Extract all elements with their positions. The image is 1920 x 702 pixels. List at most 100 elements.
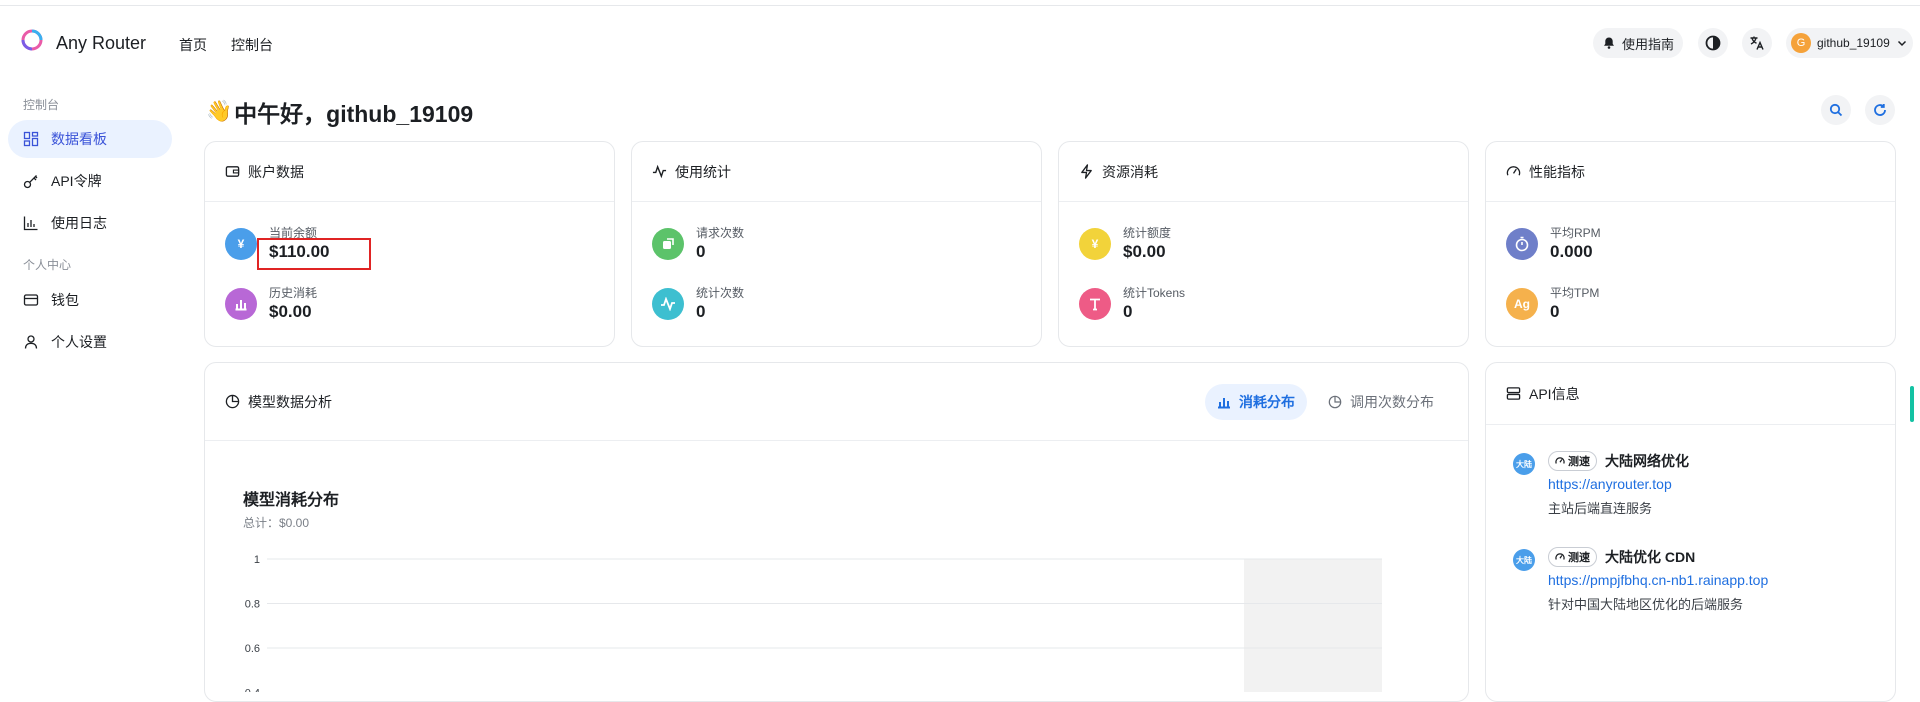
api-description: 针对中国大陆地区优化的后端服务 [1548,597,1744,612]
stat-value: $0.00 [1123,242,1166,261]
stat-label: 历史消耗 [269,286,318,300]
guide-label: 使用指南 [1621,36,1674,52]
stat-value: $0.00 [269,302,312,321]
api-name: 大陆优化 CDN [1605,549,1696,565]
stat-tpm: Ag 平均TPM 0 [1506,285,1599,323]
tab-label: 消耗分布 [1239,394,1295,410]
y-tick-label: 0.6 [245,643,260,655]
translate-icon [1750,36,1764,50]
speed-test-label: 测速 [1568,456,1590,468]
stat-label: 统计次数 [696,286,745,300]
api-description: 主站后端直连服务 [1548,501,1653,516]
y-tick-label: 0.8 [245,599,260,611]
username-label: github_19109 [1817,36,1890,50]
app-logo-icon[interactable] [20,28,44,52]
speed-test-button[interactable]: 测速 [1548,547,1597,567]
speed-test-button[interactable]: 测速 [1548,451,1597,471]
bell-icon [1603,37,1614,49]
coin-icon: ¥ [225,228,257,260]
chart-hover-band [1244,559,1382,692]
refresh-button[interactable] [1865,95,1895,125]
card-header: 资源消耗 [1059,142,1468,202]
avatar: G [1791,33,1811,53]
stat-count: 统计次数 0 [652,285,744,323]
sidebar-item-label: 数据看板 [51,131,107,147]
sidebar-item-usage-log[interactable]: 使用日志 [8,204,172,242]
card-header: 账户数据 [205,142,614,202]
stat-label: 统计Tokens [1123,286,1186,300]
consumption-chart: 1 0.8 0.6 0.4 [245,554,1382,693]
card-header: API信息 [1486,363,1895,425]
sidebar-item-label: API令牌 [51,173,102,189]
stat-tokens: 统计Tokens 0 [1079,285,1185,323]
card-title: 性能指标 [1529,163,1585,180]
search-button[interactable] [1821,95,1851,125]
card-header: 使用统计 [632,142,1041,202]
panel-title: API信息 [1529,385,1580,402]
resource-card: 资源消耗 ¥ 统计额度 $0.00 统计Tokens 0 [1058,141,1469,347]
nav-home[interactable]: 首页 [179,35,207,55]
sidebar-item-label: 使用日志 [51,215,107,231]
performance-card: 性能指标 平均RPM 0.000 Ag 平均TPM 0 [1485,141,1896,347]
server-icon [1506,387,1521,400]
activity-icon [652,164,667,179]
gauge-icon [1555,553,1565,560]
wallet-icon [225,166,240,177]
stat-label: 平均RPM [1550,226,1601,240]
stat-value: 0 [696,302,706,321]
guide-button[interactable]: 使用指南 [1593,28,1683,58]
coin-icon: ¥ [1079,228,1111,260]
user-menu-button[interactable]: G github_19109 [1786,28,1913,58]
nav-console[interactable]: 控制台 [231,35,273,55]
stat-label: 平均TPM [1550,286,1600,300]
sidebar-item-wallet[interactable]: 钱包 [8,281,172,319]
card-title: 账户数据 [248,163,304,180]
chart-subtitle: 总计：$0.00 [243,516,310,530]
stat-requests: 请求次数 0 [652,225,744,263]
stat-label: 统计额度 [1123,226,1172,240]
panel-title: 模型数据分析 [248,393,332,410]
stat-value: 0 [1550,302,1560,321]
api-url-link[interactable]: https://anyrouter.top [1548,476,1689,492]
pie-chart-icon [225,394,240,409]
sidebar-section-console: 控制台 [23,98,60,112]
card-title: 资源消耗 [1102,163,1158,180]
theme-toggle-button[interactable] [1698,28,1728,58]
stat-value: 0 [1123,302,1133,321]
sidebar-item-label: 钱包 [51,292,79,308]
brand-name[interactable]: Any Router [56,33,146,54]
scrollbar-thumb[interactable] [1910,386,1914,422]
y-tick-label: 0.4 [245,688,260,693]
language-button[interactable] [1742,28,1772,58]
region-badge: 大陆 [1513,549,1535,571]
gauge-icon [1506,166,1521,176]
pie-chart-icon [1328,395,1342,409]
stat-rpm: 平均RPM 0.000 [1506,225,1601,263]
wallet-icon [23,294,39,306]
refresh-icon [1874,104,1886,116]
top-header: Any Router 首页 控制台 使用指南 G github_19109 [0,6,1920,70]
api-name: 大陆网络优化 [1605,453,1689,469]
stopwatch-icon [1506,228,1538,260]
speed-test-label: 测速 [1568,552,1590,564]
moon-icon [1705,35,1721,51]
chart-title: 模型消耗分布 [243,492,340,509]
region-badge: 大陆 [1513,453,1535,475]
sidebar-item-label: 个人设置 [51,334,107,350]
sidebar-item-api-token[interactable]: API令牌 [8,162,172,200]
send-icon [652,228,684,260]
card-header: 性能指标 [1486,142,1895,202]
page-title: 👋 中午好，github_19109 [206,95,473,129]
sidebar-item-dashboard[interactable]: 数据看板 [8,120,172,158]
sidebar-item-settings[interactable]: 个人设置 [8,323,172,361]
tab-call-count-distribution[interactable]: 调用次数分布 [1316,384,1446,420]
usage-card: 使用统计 请求次数 0 统计次数 0 [631,141,1042,347]
pulse-icon [652,288,684,320]
y-tick-label: 1 [254,554,260,566]
text-icon [1079,288,1111,320]
api-url-link[interactable]: https://pmpjfbhq.cn-nb1.rainapp.top [1548,572,1768,588]
tab-label: 调用次数分布 [1350,394,1434,410]
stat-history-spend: 历史消耗 $0.00 [225,285,317,323]
tab-consumption-distribution[interactable]: 消耗分布 [1205,384,1307,420]
gauge-icon [1555,457,1565,464]
